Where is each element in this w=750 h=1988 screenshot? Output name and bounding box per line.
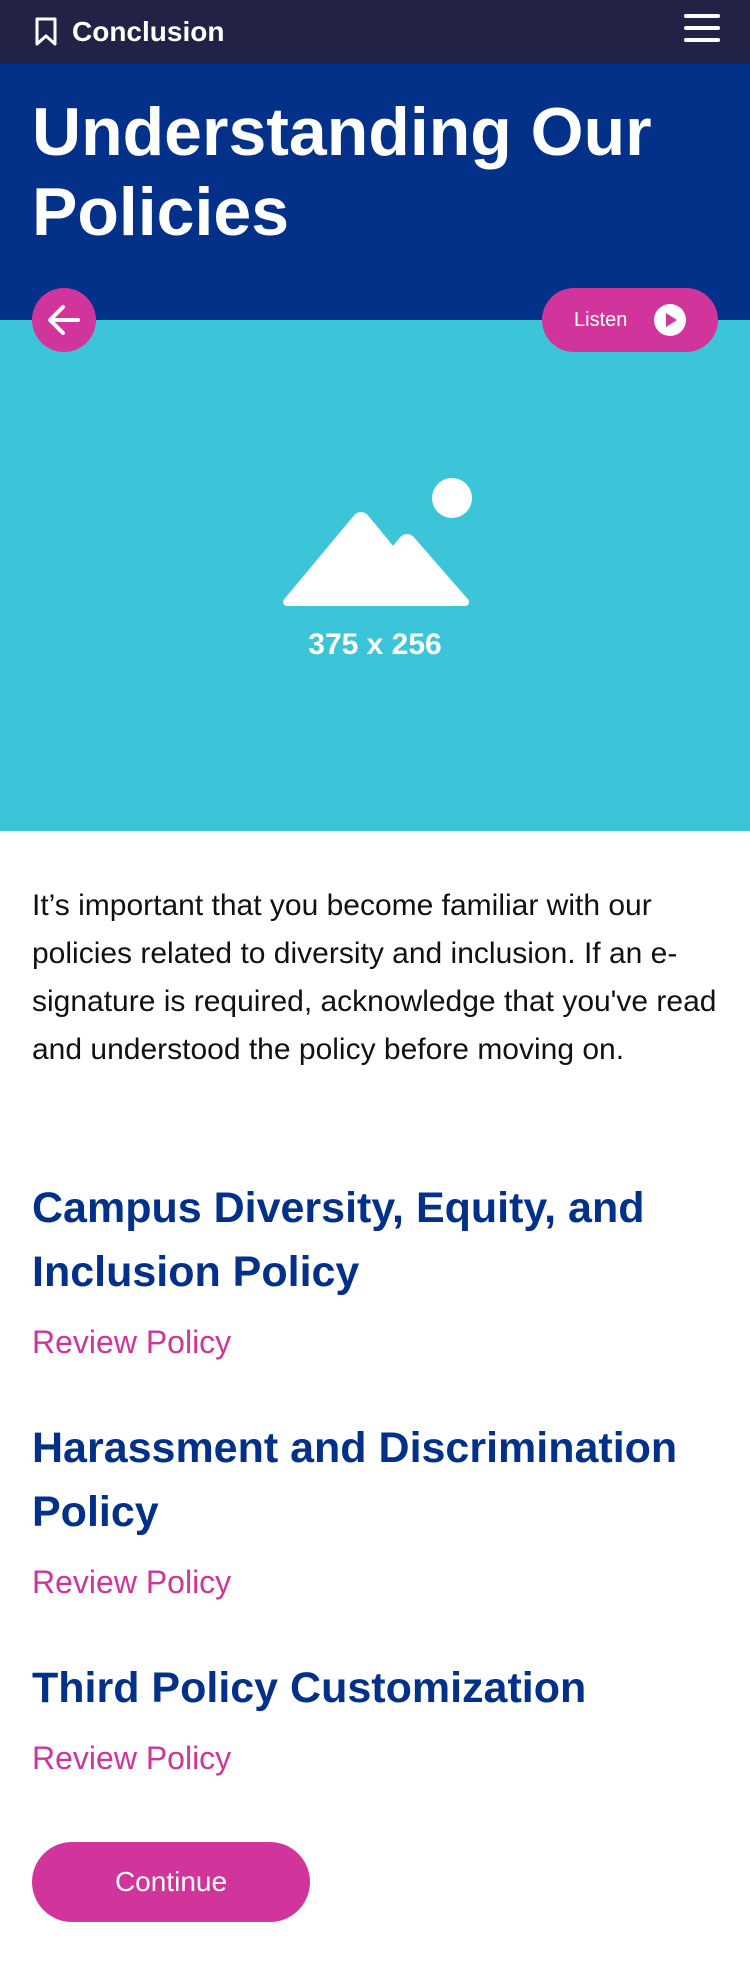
policy-title-third: Third Policy Customization xyxy=(32,1664,587,1712)
policy-title-harassment: Harassment and Discrimination Policy xyxy=(32,1424,678,1536)
continue-button[interactable]: Continue xyxy=(32,1842,310,1922)
top-bar: Conclusion xyxy=(0,0,750,64)
hamburger-menu-icon[interactable] xyxy=(684,14,720,50)
image-placeholder-icon xyxy=(283,478,472,606)
review-policy-link-harassment[interactable]: Review Policy xyxy=(32,1562,231,1602)
listen-button[interactable]: Listen xyxy=(542,288,718,352)
listen-label: Listen xyxy=(574,309,628,331)
image-placeholder: 375 x 256 xyxy=(0,320,750,831)
review-policy-link-third[interactable]: Review Policy xyxy=(32,1738,231,1778)
page-title: Understanding Our Policies xyxy=(32,94,652,250)
bookmark-icon[interactable] xyxy=(34,17,58,47)
play-circle-icon xyxy=(654,304,686,336)
policy-title-dei: Campus Diversity, Equity, and Inclusion … xyxy=(32,1184,645,1296)
image-size-caption: 375 x 256 xyxy=(308,628,442,661)
review-policy-link-dei[interactable]: Review Policy xyxy=(32,1322,231,1362)
arrow-left-icon xyxy=(48,305,80,335)
section-label: Conclusion xyxy=(72,16,225,47)
intro-text: It’s important that you become familiar … xyxy=(32,889,717,1066)
hero-banner: Understanding Our Policies xyxy=(0,64,750,320)
back-button[interactable] xyxy=(32,288,96,352)
